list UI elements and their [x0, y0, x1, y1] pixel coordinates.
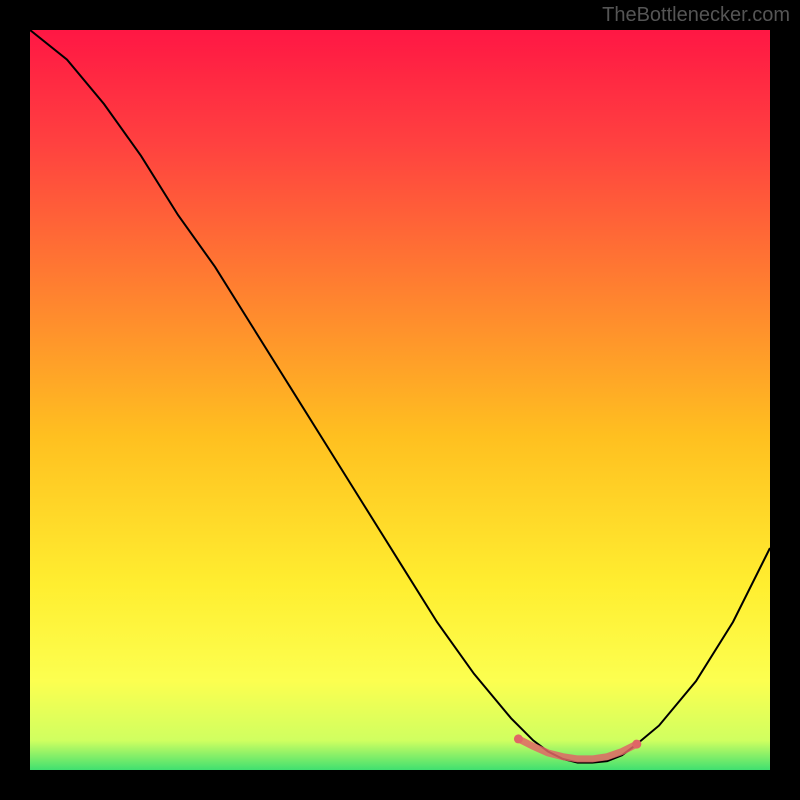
plot-area: [30, 30, 770, 770]
watermark-text: TheBottlenecker.com: [602, 4, 790, 27]
chart-container: TheBottlenecker.com: [0, 0, 800, 800]
chart-svg: [30, 30, 770, 770]
highlight-endpoint: [632, 740, 641, 749]
highlight-endpoint: [514, 734, 523, 743]
gradient-background: [30, 30, 770, 770]
